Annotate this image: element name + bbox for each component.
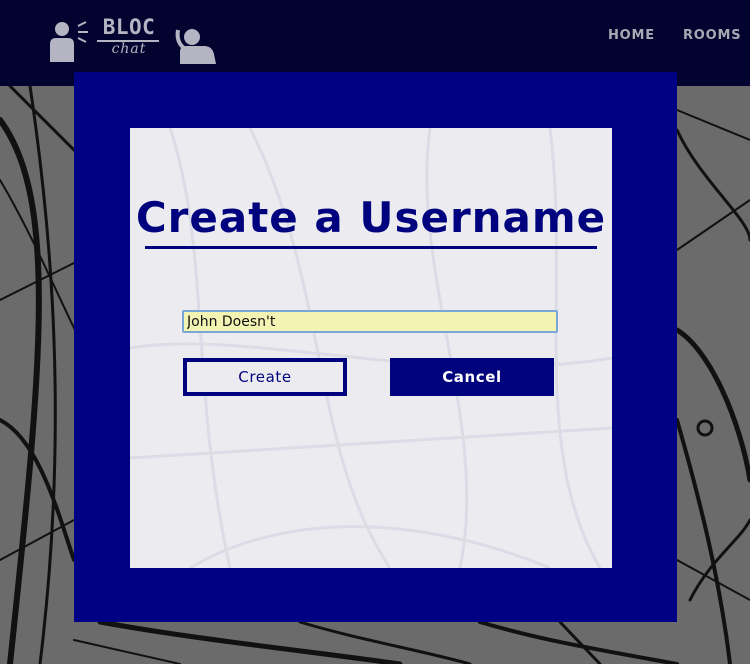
cancel-button[interactable]: Cancel [390, 358, 554, 396]
username-input[interactable] [182, 310, 558, 333]
logo-subtitle[interactable]: chat [101, 41, 157, 57]
logo-title[interactable]: BLOC [97, 14, 161, 40]
modal-title: Create a Username [135, 193, 607, 242]
title-divider [145, 246, 597, 249]
nav-home-link[interactable]: HOME [608, 28, 655, 43]
create-username-modal: Create a Username Create Cancel [74, 72, 677, 622]
listening-person-icon [175, 29, 216, 64]
nav-rooms-link[interactable]: ROOMS [683, 28, 741, 43]
modal-content: Create a Username Create Cancel [130, 128, 612, 568]
create-button[interactable]: Create [183, 358, 347, 396]
